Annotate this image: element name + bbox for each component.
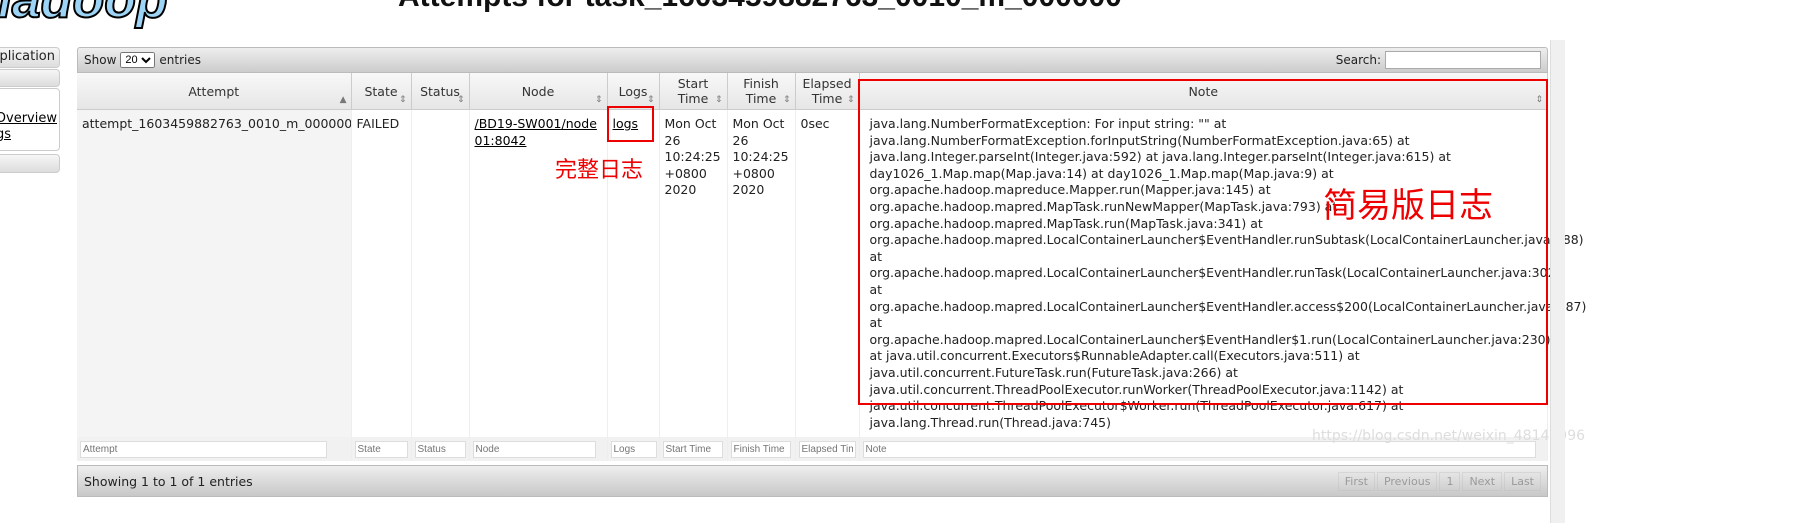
attempts-table: Attempt ▲ State ⇕ Status ⇕ Node ⇕ Logs ⇕ Star… (77, 73, 1586, 462)
filter-status[interactable] (414, 441, 467, 459)
finish-time-cell: Mon Oct 26 10:24:25 +0800 2020 (727, 109, 796, 438)
col-attempt[interactable]: Attempt ▲ (77, 73, 352, 110)
watermark: https://blog.csdn.net/weixin_48143996 (1312, 428, 1586, 444)
hadoop-logo: hadoop (0, 0, 169, 30)
logs-link[interactable]: logs (613, 116, 639, 131)
show-label: Show (84, 53, 117, 67)
state-cell: FAILED (351, 109, 412, 438)
node-link[interactable]: /BD19-SW001/node01:8042 (475, 116, 597, 148)
col-start-time[interactable]: Start Time ⇕ (659, 73, 728, 110)
vertical-scrollbar[interactable] (1550, 40, 1565, 523)
page-last-button[interactable]: Last (1504, 471, 1541, 491)
page-first-button[interactable]: First (1337, 471, 1375, 491)
elapsed-time-cell: 0sec (795, 109, 860, 438)
attempt-cell: attempt_1603459882763_0010_m_000000_0 (77, 109, 352, 438)
sidebar-tools[interactable] (0, 154, 60, 173)
sidebar-job-panel: Overview Logs (0, 88, 60, 151)
pagination: First Previous 1 Next Last (1337, 471, 1541, 491)
search-input[interactable] (1385, 51, 1541, 69)
filter-node[interactable] (472, 441, 597, 459)
filter-elapsed-time[interactable] (798, 441, 856, 459)
col-state[interactable]: State ⇕ (351, 73, 412, 110)
filter-state[interactable] (354, 441, 409, 459)
sidebar-logs-link[interactable]: Logs (0, 127, 11, 142)
sidebar-overview-link[interactable]: Overview (0, 111, 57, 126)
filter-start-time[interactable] (662, 441, 724, 459)
col-status[interactable]: Status ⇕ (411, 73, 470, 110)
entries-label: entries (159, 53, 201, 67)
entries-info: Showing 1 to 1 of 1 entries (84, 473, 253, 489)
page-previous-button[interactable]: Previous (1376, 471, 1438, 491)
col-logs[interactable]: Logs ⇕ (607, 73, 660, 110)
filter-attempt[interactable] (80, 441, 327, 459)
filter-finish-time[interactable] (730, 441, 792, 459)
start-time-cell: Mon Oct 26 10:24:25 +0800 2020 (659, 109, 728, 438)
sidebar-job[interactable] (0, 69, 60, 87)
page-title: Attempts for task_1603459882763_0010_m_0… (398, 0, 1122, 14)
page-next-button[interactable]: Next (1462, 471, 1503, 491)
col-finish-time[interactable]: Finish Time ⇕ (727, 73, 796, 110)
status-cell (411, 109, 470, 438)
sidebar-application[interactable]: Application (0, 47, 60, 68)
sidebar-item-label: Application (0, 49, 55, 64)
table-footer: Showing 1 to 1 of 1 entries First Previo… (77, 465, 1548, 498)
simple-log-annotation: 简易版日志 (1323, 186, 1493, 226)
col-node[interactable]: Node ⇕ (469, 73, 608, 110)
filter-logs[interactable] (610, 441, 657, 459)
col-elapsed-time[interactable]: Elapsed Time ⇕ (795, 73, 860, 110)
entries-select[interactable]: 20 (120, 52, 156, 68)
col-note[interactable]: Note ⇕ (859, 73, 1548, 110)
full-log-annotation: 完整日志 (555, 158, 644, 183)
table-controls: Show 20 entries Search: (77, 47, 1548, 73)
note-cell: java.lang.NumberFormatException: For inp… (859, 109, 1586, 438)
table-row: attempt_1603459882763_0010_m_000000_0 FA… (77, 109, 1586, 438)
page-1-button[interactable]: 1 (1439, 471, 1461, 491)
search-label: Search: (1335, 53, 1381, 67)
